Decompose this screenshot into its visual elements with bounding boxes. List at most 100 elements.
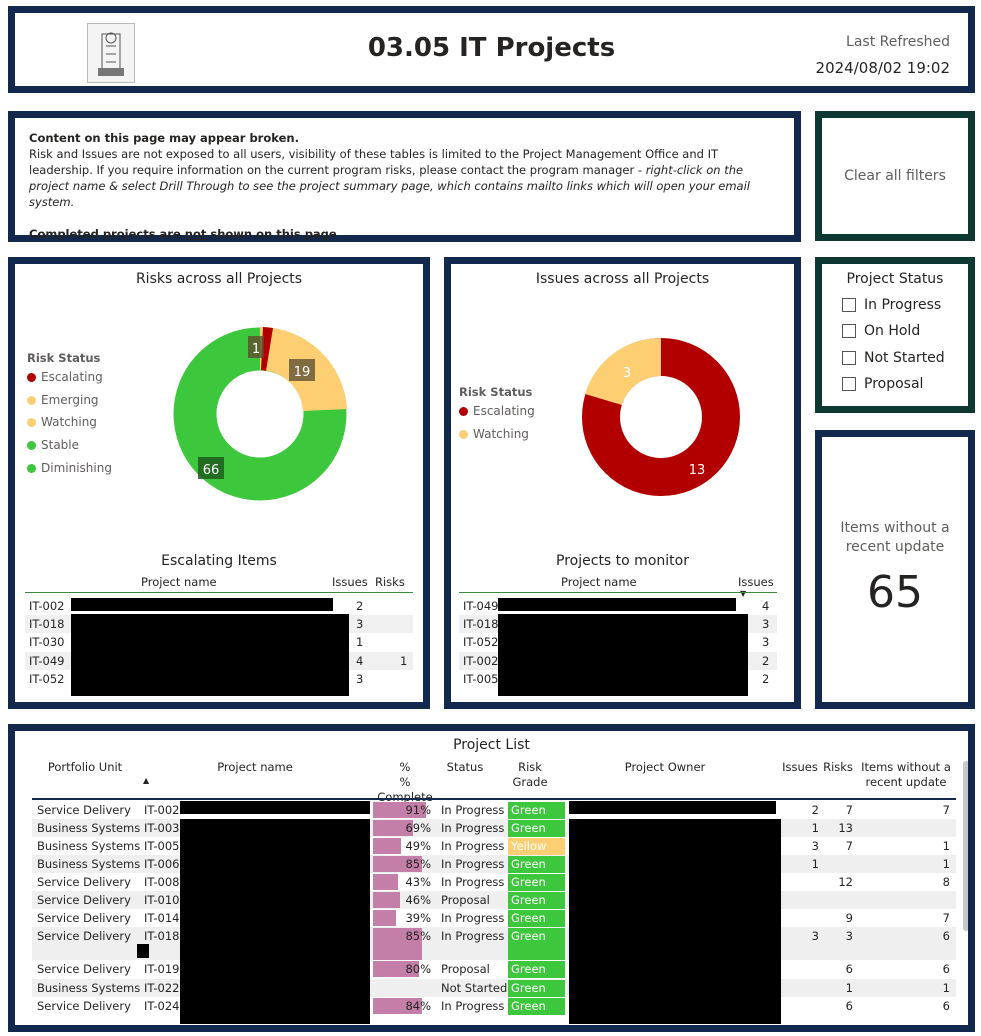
table-row[interactable]: Business Systems IT-022 Not Started Green 1 1: [32, 979, 956, 997]
no-update-card: Items without a recent update 65: [815, 430, 975, 709]
legend-escalating[interactable]: Escalating: [459, 404, 535, 418]
legend-diminishing[interactable]: Diminishing: [27, 461, 112, 475]
risk-grade-badge: Yellow: [508, 838, 565, 855]
sort-asc-icon: ▲: [143, 776, 150, 785]
col-project-name[interactable]: Project name: [195, 760, 315, 775]
table-row[interactable]: Service Delivery IT-024 84% In Progress Gree…: [32, 997, 956, 1015]
no-update-count: 6: [942, 929, 950, 943]
project-status: In Progress: [441, 911, 505, 925]
project-id: IT-018: [29, 617, 65, 632]
project-id: IT-052: [463, 635, 499, 650]
risks-count: 12: [838, 875, 853, 889]
col-project-owner[interactable]: Project Owner: [615, 760, 715, 775]
percent-complete: 85%: [405, 929, 431, 943]
last-refreshed-value: 2024/08/02 19:02: [815, 59, 950, 77]
risks-count: 3: [845, 929, 853, 943]
percent-complete: 49%: [405, 839, 431, 853]
project-id: IT-006: [144, 857, 180, 871]
table-row[interactable]: Business Systems IT-003 69% In Progress Gree…: [32, 819, 956, 837]
table-row[interactable]: Service Delivery IT-002 91% In Progress Gree…: [32, 801, 956, 819]
portfolio-unit: Business Systems: [37, 981, 141, 995]
col-no-recent-update[interactable]: Items without a recent update: [861, 760, 951, 790]
table-row[interactable]: Service Delivery IT-018 85% In Progress Gree…: [32, 927, 956, 960]
table-row[interactable]: Service Delivery IT-010 46% Proposal Green: [32, 891, 956, 909]
col-project-name[interactable]: Project name: [561, 575, 637, 589]
col-status[interactable]: Status: [440, 760, 490, 775]
issues-count: 1: [811, 857, 819, 871]
risk-grade-badge: Green: [508, 856, 565, 873]
risk-grade-badge: Green: [508, 980, 565, 997]
risk-grade-badge: Green: [508, 874, 565, 891]
risk-grade-badge: Green: [508, 892, 565, 909]
portfolio-unit: Service Delivery: [37, 929, 131, 943]
project-id: IT-049: [463, 599, 499, 613]
risks-count: 7: [845, 839, 853, 853]
escalating-items-title: Escalating Items: [161, 553, 277, 569]
issues-count: 1: [356, 635, 364, 650]
checkbox-icon: [842, 377, 856, 391]
col-issues[interactable]: Issues: [738, 575, 774, 589]
col-risks[interactable]: Risks: [375, 575, 405, 589]
risks-donut-chart[interactable]: 1 19 66: [165, 319, 355, 509]
legend-watching[interactable]: Watching: [459, 427, 529, 441]
legend-watching[interactable]: Watching: [27, 415, 97, 429]
col-risk-grade[interactable]: Risk Grade: [508, 760, 552, 790]
slicer-option-not-started[interactable]: Not Started: [842, 350, 945, 366]
portfolio-unit: Business Systems: [37, 839, 141, 853]
col-portfolio-unit[interactable]: Portfolio Unit: [35, 760, 135, 775]
table-row[interactable]: Service Delivery IT-008 43% In Progress Gree…: [32, 873, 956, 891]
portfolio-unit: Service Delivery: [37, 803, 131, 817]
table-row[interactable]: Business Systems IT-005 49% In Progress Yell…: [32, 837, 956, 855]
note-completed: Completed projects are not shown on this…: [29, 227, 337, 241]
legend-emerging[interactable]: Emerging: [27, 393, 99, 407]
no-update-count: 1: [942, 839, 950, 853]
portfolio-unit: Service Delivery: [37, 893, 131, 907]
col-project-name[interactable]: Project name: [141, 575, 217, 589]
risk-grade-badge: Green: [508, 928, 565, 960]
issues-label-escalating: 13: [689, 463, 706, 478]
no-update-count: 6: [942, 999, 950, 1013]
risk-grade-badge: Green: [508, 998, 565, 1015]
legend-escalating[interactable]: Escalating: [27, 370, 103, 384]
no-update-count: 1: [942, 857, 950, 871]
table-scrollbar[interactable]: [963, 761, 968, 931]
project-id: IT-002: [144, 803, 180, 817]
risks-count: 13: [838, 821, 853, 835]
table-row[interactable]: Service Delivery IT-014 39% In Progress Gree…: [32, 909, 956, 927]
slicer-option-in-progress[interactable]: In Progress: [842, 297, 941, 313]
project-list-title: Project List: [453, 737, 530, 753]
no-update-count: 1: [942, 981, 950, 995]
issues-donut-chart[interactable]: 3 13: [576, 332, 746, 502]
portfolio-unit: Business Systems: [37, 821, 141, 835]
clear-filters-button[interactable]: Clear all filters: [815, 111, 975, 241]
issues-count: 4: [762, 599, 770, 613]
risks-count: 1: [400, 653, 408, 668]
no-update-count: 8: [942, 875, 950, 889]
slicer-title: Project Status: [846, 271, 944, 287]
slicer-option-proposal[interactable]: Proposal: [842, 376, 923, 392]
risks-count: 7: [845, 803, 853, 817]
slicer-option-on-hold[interactable]: On Hold: [842, 323, 920, 339]
risks-label-watching: 19: [294, 365, 311, 380]
issues-label-watching: 3: [623, 366, 631, 381]
issues-count: 3: [811, 929, 819, 943]
project-status: In Progress: [441, 803, 505, 817]
issues-count: 3: [811, 839, 819, 853]
percent-complete: 91%: [405, 803, 431, 817]
percent-complete: 84%: [405, 999, 431, 1013]
legend-stable[interactable]: Stable: [27, 438, 79, 452]
project-status: Proposal: [441, 962, 490, 976]
note-body: Risk and Issues are not exposed to all u…: [29, 147, 750, 209]
projects-to-monitor-title: Projects to monitor: [556, 553, 689, 569]
table-row[interactable]: Business Systems IT-006 85% In Progress Gree…: [32, 855, 956, 873]
issues-legend-title: Risk Status: [459, 385, 533, 399]
risks-count: 6: [845, 999, 853, 1013]
col-issues[interactable]: Issues: [332, 575, 368, 589]
info-note: Content on this page may appear broken. …: [8, 111, 801, 242]
issues-count: 4: [356, 653, 364, 668]
col-issues[interactable]: Issues: [779, 760, 821, 775]
issues-count: 2: [356, 599, 364, 613]
table-row[interactable]: Service Delivery IT-019 80% Proposal Green 6 6: [32, 960, 956, 978]
col-risks[interactable]: Risks: [821, 760, 855, 775]
project-id: IT-005: [144, 839, 180, 853]
